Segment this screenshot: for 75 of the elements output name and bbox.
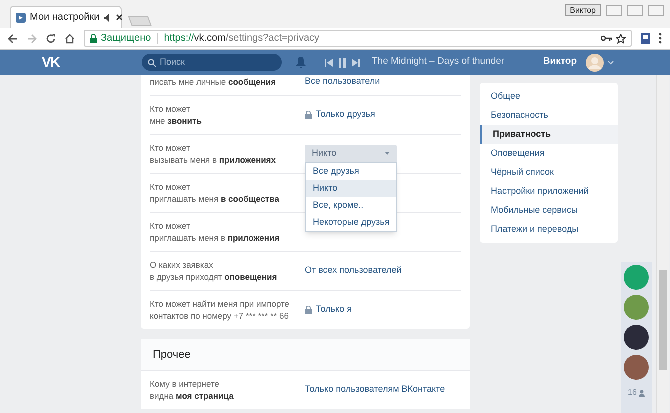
menu-item[interactable]: Оповещения (480, 144, 618, 163)
menu-item[interactable]: Чёрный список (480, 163, 618, 182)
chat-count: 16 (628, 387, 637, 399)
menu-item[interactable]: Безопасность (480, 106, 618, 125)
setting-label: писать мне личные сообщения (150, 76, 278, 88)
speaker-icon (104, 14, 112, 22)
privacy-value-link[interactable]: От всех пользователей (305, 264, 402, 278)
avatar-icon (586, 54, 604, 72)
scrollbar-thumb[interactable] (659, 270, 667, 370)
setting-label: приглашать меня в приложения (150, 232, 281, 244)
setting-label: видна моя страница (150, 390, 235, 402)
menu-icon (659, 33, 662, 44)
vk-favicon-icon (16, 12, 26, 22)
lock-icon (90, 34, 97, 43)
dropdown-select[interactable]: Никто (305, 145, 397, 162)
home-icon (65, 34, 75, 44)
caret-icon (608, 60, 614, 64)
url-text: https://vk.com/settings?act=privacy (164, 32, 320, 46)
minimize-button[interactable] (606, 4, 622, 16)
reload-icon (46, 34, 56, 44)
privacy-value-link[interactable]: Только я (305, 302, 352, 316)
tab-title: Мои настройки (30, 11, 100, 25)
next-icon (352, 58, 360, 66)
dropdown-option[interactable]: Все, кроме.. (306, 197, 396, 214)
setting-label: в друзья приходят оповещения (150, 270, 278, 282)
profile-button[interactable]: Виктор (565, 4, 601, 16)
setting-label: Кто может (150, 102, 192, 114)
setting-label: О каких заявках (150, 258, 214, 270)
key-icon (601, 35, 612, 42)
dropdown-option[interactable]: Некоторые друзья (306, 214, 396, 231)
caret-icon (385, 152, 390, 155)
track-title[interactable]: The Midnight – Days of thunder (372, 55, 505, 70)
bell-icon (296, 57, 306, 68)
setting-label: Кто может (150, 220, 192, 232)
setting-label: Кто может найти меня при импорте (150, 298, 291, 310)
privacy-value-link[interactable]: Только пользователям ВКонтакте (305, 382, 446, 396)
previous-icon (325, 58, 333, 66)
menu-item[interactable]: Мобильные сервисы (480, 201, 618, 220)
lock-icon (305, 110, 312, 118)
new-tab-button[interactable] (128, 16, 152, 26)
setting-label: Кто может (150, 180, 192, 192)
close-button[interactable] (648, 4, 664, 16)
setting-label: приглашать меня в сообщества (150, 192, 280, 204)
star-icon (616, 34, 626, 44)
user-name[interactable]: Виктор (543, 55, 577, 70)
extension-icon (641, 33, 650, 44)
close-icon (116, 14, 123, 21)
lock-icon (305, 306, 312, 314)
dropdown-option[interactable]: Все друзья (306, 163, 396, 180)
chat-avatar[interactable] (624, 325, 649, 350)
dropdown-option[interactable]: Никто (306, 180, 396, 197)
security-label: Защищено (101, 32, 152, 46)
menu-item[interactable]: Настройки приложений (480, 182, 618, 201)
forward-icon (27, 34, 37, 44)
privacy-value-link[interactable]: Только друзья (305, 108, 376, 122)
vk-logo[interactable]: VK (42, 52, 92, 73)
search-input[interactable]: Поиск (160, 56, 276, 70)
browser-tab[interactable]: Мои настройки (10, 6, 122, 28)
menu-item[interactable]: Приватность (480, 125, 618, 144)
menu-item[interactable]: Общее (480, 87, 618, 106)
setting-label: Кто может (150, 142, 192, 154)
back-icon (8, 34, 18, 44)
address-field[interactable]: Защищено https://vk.com/settings?act=privacy (84, 30, 632, 47)
setting-label: мне звонить (150, 114, 203, 126)
section-title: Прочее (141, 338, 470, 370)
pause-icon (339, 58, 346, 68)
setting-label: вызывать меня в приложениях (150, 154, 277, 166)
maximize-button[interactable] (627, 4, 643, 16)
search-icon (148, 58, 156, 66)
setting-label: контактов по номеру +7 *** *** ** 66 (150, 310, 290, 322)
menu-item[interactable]: Платежи и переводы (480, 220, 618, 239)
setting-label: Кому в интернете (150, 378, 220, 390)
search-field[interactable]: Поиск (142, 54, 282, 71)
privacy-value-link[interactable]: Все пользователи (305, 75, 380, 88)
person-icon (638, 390, 645, 396)
